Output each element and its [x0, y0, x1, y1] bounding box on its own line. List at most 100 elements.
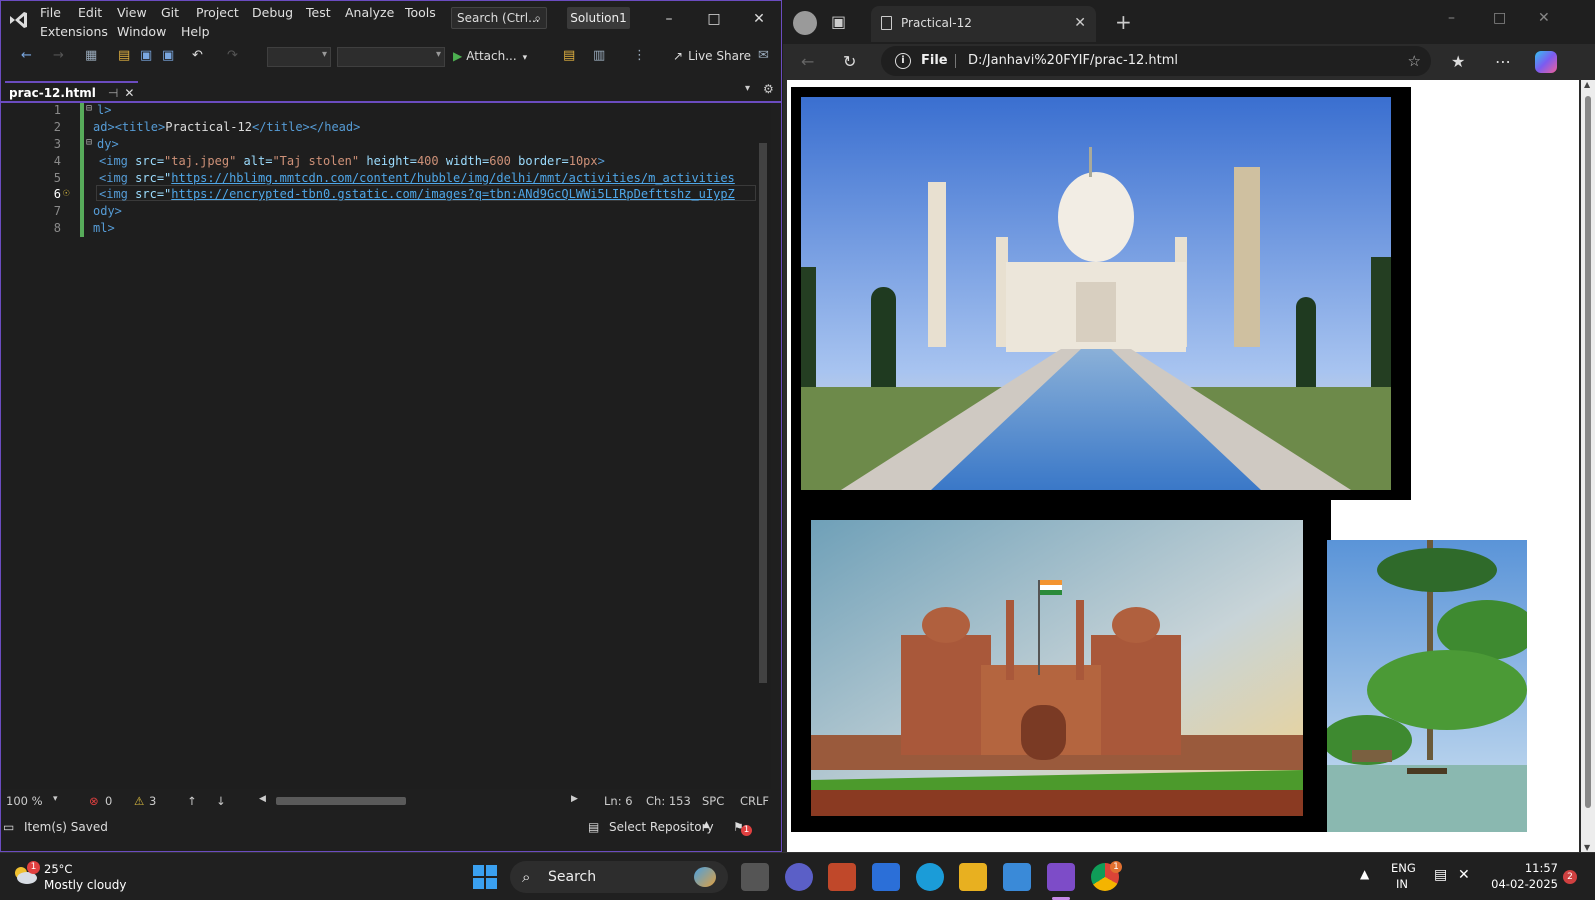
code-editor[interactable]: 1 2 3 4 5 6 ☉ 7 8 ⊟ ⊟ l> ad><title>Pract… — [1, 103, 771, 789]
show-hidden-icons-chevron-icon[interactable]: ▲ — [1360, 867, 1369, 881]
address-bar[interactable]: i File D:/Janhavi%20FYIF/prac-12.html ☆ — [881, 46, 1431, 76]
save-icon[interactable]: ▣ — [140, 48, 152, 63]
collapse-icon[interactable]: ⊟ — [86, 137, 92, 148]
visual-studio-taskbar-icon[interactable] — [1047, 863, 1075, 891]
clock-time[interactable]: 11:57 — [1510, 861, 1558, 875]
menu-view[interactable]: View — [117, 5, 147, 20]
close-tab-icon[interactable]: ✕ — [1074, 6, 1086, 40]
column-indicator[interactable]: Ch: 153 — [646, 794, 691, 808]
menu-git[interactable]: Git — [161, 5, 179, 20]
toolbar-overflow-icon[interactable]: ⋮ — [633, 48, 646, 63]
close-tab-icon[interactable]: ✕ — [124, 86, 134, 100]
weather-temperature[interactable]: 25°C — [44, 862, 72, 876]
weather-description[interactable]: Mostly cloudy — [44, 878, 127, 892]
editor-vertical-scrollbar[interactable] — [757, 103, 769, 789]
favorite-star-icon[interactable]: ☆ — [1408, 46, 1421, 76]
info-icon[interactable]: i — [895, 53, 911, 69]
redo-icon[interactable]: ↷ — [227, 48, 238, 63]
menu-tools[interactable]: Tools — [405, 5, 436, 20]
menu-test[interactable]: Test — [306, 5, 331, 20]
zoom-dropdown-icon[interactable]: ▾ — [53, 794, 58, 804]
scrollbar-thumb[interactable] — [1585, 96, 1591, 808]
address-url[interactable]: D:/Janhavi%20FYIF/prac-12.html — [968, 46, 1178, 76]
minimize-icon[interactable]: – — [657, 9, 681, 29]
file-explorer-icon[interactable] — [959, 863, 987, 891]
undo-icon[interactable]: ↶ — [192, 48, 203, 63]
tab-prac-12-html[interactable]: prac-12.html ⊣ ✕ — [5, 81, 139, 101]
next-issue-icon[interactable]: ↓ — [216, 794, 226, 808]
line-ending-indicator[interactable]: CRLF — [740, 794, 769, 808]
refresh-icon[interactable]: ↻ — [843, 52, 856, 71]
error-count[interactable]: 0 — [105, 794, 112, 808]
chevron-up-icon[interactable]: ▲ — [703, 820, 710, 830]
menu-edit[interactable]: Edit — [78, 5, 102, 20]
platform-dropdown[interactable] — [337, 47, 445, 67]
maximize-icon[interactable]: □ — [1493, 10, 1506, 26]
folder-view-icon[interactable]: ▤ — [563, 48, 575, 63]
menu-file[interactable]: File — [40, 5, 61, 20]
warning-icon[interactable]: ⚠ — [134, 794, 144, 808]
close-icon[interactable]: ✕ — [1538, 10, 1550, 26]
live-share-button[interactable]: ↗ Live Share — [673, 49, 751, 63]
pin-icon[interactable]: ⊣ — [108, 86, 118, 100]
input-language[interactable]: ENG — [1391, 861, 1416, 875]
error-icon[interactable]: ⊗ — [89, 794, 99, 808]
scroll-down-icon[interactable]: ▼ — [1584, 843, 1590, 852]
meet-chat-icon[interactable] — [785, 863, 813, 891]
horizontal-scrollbar-thumb[interactable] — [276, 797, 406, 805]
close-icon[interactable]: ✕ — [747, 9, 771, 29]
volume-muted-icon[interactable]: ✕ — [1458, 867, 1470, 883]
notepad-icon[interactable] — [1003, 863, 1031, 891]
previous-issue-icon[interactable]: ↑ — [187, 794, 197, 808]
edge-browser-icon[interactable] — [916, 863, 944, 891]
collapse-icon[interactable]: ⊟ — [86, 103, 92, 114]
code-url-link[interactable]: https://encrypted-tbn0.gstatic.com/image… — [171, 187, 735, 201]
attach-button[interactable]: ▶ Attach... ▾ — [453, 49, 527, 63]
menu-debug[interactable]: Debug — [252, 5, 293, 20]
favorites-icon[interactable]: ★ — [1451, 52, 1465, 71]
scroll-left-icon[interactable]: ◀ — [259, 794, 266, 804]
scroll-right-icon[interactable]: ▶ — [571, 794, 578, 804]
more-options-icon[interactable]: ⋯ — [1495, 52, 1511, 71]
whitespace-indicator[interactable]: SPC — [702, 794, 724, 808]
feedback-icon[interactable]: ✉ — [758, 48, 769, 63]
menu-analyze[interactable]: Analyze — [345, 5, 394, 20]
page-vertical-scrollbar[interactable]: ▲ ▼ — [1581, 80, 1595, 852]
configuration-dropdown[interactable] — [267, 47, 331, 67]
menu-window[interactable]: Window — [117, 24, 166, 39]
network-icon[interactable]: ▤ — [1434, 867, 1447, 883]
warning-count[interactable]: 3 — [149, 794, 156, 808]
tab-actions-icon[interactable]: ▣ — [831, 12, 846, 31]
zoom-level[interactable]: 100 % — [6, 794, 43, 808]
browser-tab-practical-12[interactable]: Practical-12 ✕ — [871, 6, 1096, 42]
copilot-icon[interactable] — [1535, 51, 1557, 73]
taskbar-search-box[interactable]: ⌕ Search — [510, 861, 728, 893]
menu-project[interactable]: Project — [196, 5, 239, 20]
line-indicator[interactable]: Ln: 6 — [604, 794, 633, 808]
scrollbar-thumb[interactable] — [759, 143, 767, 683]
visual-studio-logo-icon[interactable] — [7, 9, 29, 31]
new-tab-icon[interactable]: + — [1115, 10, 1132, 34]
layout-icon[interactable]: ▥ — [593, 48, 605, 63]
save-all-icon[interactable]: ▣ — [162, 48, 174, 63]
menu-extensions[interactable]: Extensions — [40, 24, 108, 39]
navigate-back-icon[interactable]: ← — [21, 48, 32, 63]
open-folder-icon[interactable]: ▤ — [118, 48, 130, 63]
task-view-icon[interactable] — [741, 863, 769, 891]
microsoft-store-icon[interactable] — [872, 863, 900, 891]
settings-gear-icon[interactable]: ⚙ — [763, 82, 774, 96]
navigate-forward-icon[interactable]: → — [53, 48, 64, 63]
new-project-icon[interactable]: ▦ — [85, 48, 97, 63]
back-arrow-icon[interactable]: ← — [801, 52, 814, 71]
profile-avatar[interactable] — [793, 11, 817, 35]
solution-name-badge[interactable]: Solution1 — [567, 7, 630, 29]
vs-search-box[interactable]: Search (Ctrl... ⌕ — [451, 7, 547, 29]
maximize-icon[interactable]: □ — [702, 9, 726, 29]
code-url-link[interactable]: https://hblimg.mmtcdn.com/content/hubble… — [171, 171, 735, 185]
select-repository-button[interactable]: Select Repository — [609, 820, 714, 834]
menu-help[interactable]: Help — [181, 24, 210, 39]
minimize-icon[interactable]: – — [1448, 10, 1455, 26]
notification-center-badge[interactable]: 2 — [1563, 870, 1577, 884]
clock-date[interactable]: 04-02-2025 — [1488, 877, 1558, 891]
scroll-up-icon[interactable]: ▲ — [1584, 80, 1590, 89]
